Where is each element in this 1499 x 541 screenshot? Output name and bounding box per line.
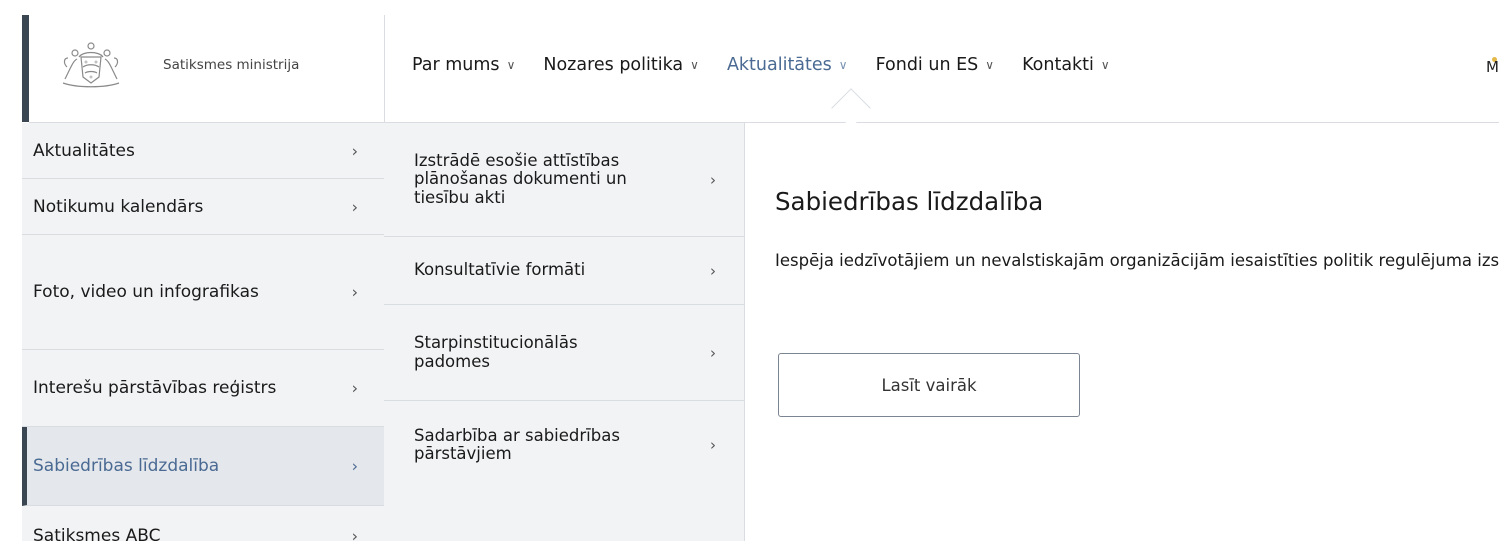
submenu-item-label: Konsultatīvie formāti [414, 260, 586, 280]
chevron-down-icon: ∨ [838, 58, 848, 72]
submenu-item-label: Interešu pārstāvības reģistrs [33, 377, 277, 398]
submenu-item-label: Satiksmes ABC [33, 526, 161, 541]
nav-item-label: Par mums [412, 55, 500, 75]
chevron-right-icon: › [351, 282, 358, 302]
nav-item-label: Kontakti [1022, 55, 1094, 75]
chevron-down-icon: ∨ [985, 58, 995, 72]
submenu-item-label: Foto, video un infografikas [33, 281, 259, 302]
submenu-level-1: Aktualitātes › Notikumu kalendārs › Foto… [22, 123, 385, 541]
submenu-item-aktualitates[interactable]: Aktualitātes › [22, 123, 384, 179]
nav-item-label: Nozares politika [543, 55, 684, 75]
nav-item-label: Aktualitātes [726, 55, 832, 75]
chevron-right-icon: › [351, 456, 358, 476]
chevron-down-icon: ∨ [506, 58, 516, 72]
read-more-button[interactable]: Lasīt vairāk [778, 353, 1080, 417]
submenu-item-konsultativie-formati[interactable]: Konsultatīvie formāti › [384, 237, 744, 305]
chevron-right-icon: › [351, 378, 358, 398]
submenu-item-sadarbiba[interactable]: Sadarbība ar sabiedrības pārstāvjiem › [384, 401, 744, 489]
submenu-item-attistibas-dokumenti[interactable]: Izstrādē esošie attīstības plānošanas do… [384, 123, 744, 237]
brand-name: Satiksmes ministrija [163, 57, 300, 73]
submenu-item-label: Izstrādē esošie attīstības plānošanas do… [414, 151, 627, 207]
chevron-right-icon: › [710, 343, 716, 362]
submenu-item-label: Starpinstitucionālās padomes [414, 333, 578, 371]
submenu-item-notikumu-kalendars[interactable]: Notikumu kalendārs › [22, 179, 384, 235]
submenu-item-satiksmes-abc[interactable]: Satiksmes ABC › [22, 506, 384, 541]
chevron-down-icon: ∨ [1100, 58, 1110, 72]
coat-of-arms-icon [62, 42, 120, 88]
chevron-right-icon: › [351, 526, 358, 541]
preview-description: Iespēja iedzīvotājiem un nevalstiskajām … [775, 251, 1499, 270]
submenu-item-starpinstitucionalas-padomes[interactable]: Starpinstitucionālās padomes › [384, 305, 744, 401]
nav-item-nozares-politika[interactable]: Nozares politika ∨ [543, 55, 699, 75]
submenu-item-label: Sabiedrības līdzdalība [33, 456, 220, 476]
nav-item-fondi-un-es[interactable]: Fondi un ES ∨ [876, 55, 994, 75]
main-nav: Par mums ∨ Nozares politika ∨ Aktualitātes… [412, 55, 1138, 75]
chevron-down-icon: ∨ [690, 58, 699, 72]
chevron-right-icon: › [710, 261, 716, 280]
nav-item-aktualitates[interactable]: Aktualitātes ∨ [727, 55, 848, 75]
submenu-item-foto-video[interactable]: Foto, video un infografikas › [22, 235, 384, 350]
header-corner-text[interactable]: M [1486, 58, 1499, 76]
header-accent-bar [22, 15, 29, 122]
submenu-item-label: Aktualitātes [33, 140, 135, 161]
preview-title: Sabiedrības līdzdalība [775, 187, 1044, 216]
chevron-right-icon: › [710, 170, 716, 189]
submenu-item-label: Sadarbība ar sabiedrības pārstāvjiem [414, 425, 620, 463]
site-header: Satiksmes ministrija Par mums ∨ Nozares p… [29, 15, 1499, 123]
logo-link[interactable]: Satiksmes ministrija [29, 15, 385, 122]
chevron-right-icon: › [351, 141, 358, 160]
submenu-item-interesu-registrs[interactable]: Interešu pārstāvības reģistrs › [22, 350, 384, 427]
submenu-item-label: Notikumu kalendārs [33, 196, 204, 217]
nav-item-label: Fondi un ES [875, 55, 979, 75]
chevron-right-icon: › [710, 435, 716, 454]
chevron-right-icon: › [351, 197, 358, 216]
submenu-preview: Sabiedrības līdzdalība Iespēja iedzīvotā… [775, 123, 1499, 541]
submenu-level-2: Izstrādē esošie attīstības plānošanas do… [384, 123, 745, 541]
nav-item-par-mums[interactable]: Par mums ∨ [412, 55, 515, 75]
nav-item-kontakti[interactable]: Kontakti ∨ [1022, 55, 1110, 75]
submenu-item-sabiedribas-lidzdaliba[interactable]: Sabiedrības līdzdalība › [22, 427, 384, 506]
